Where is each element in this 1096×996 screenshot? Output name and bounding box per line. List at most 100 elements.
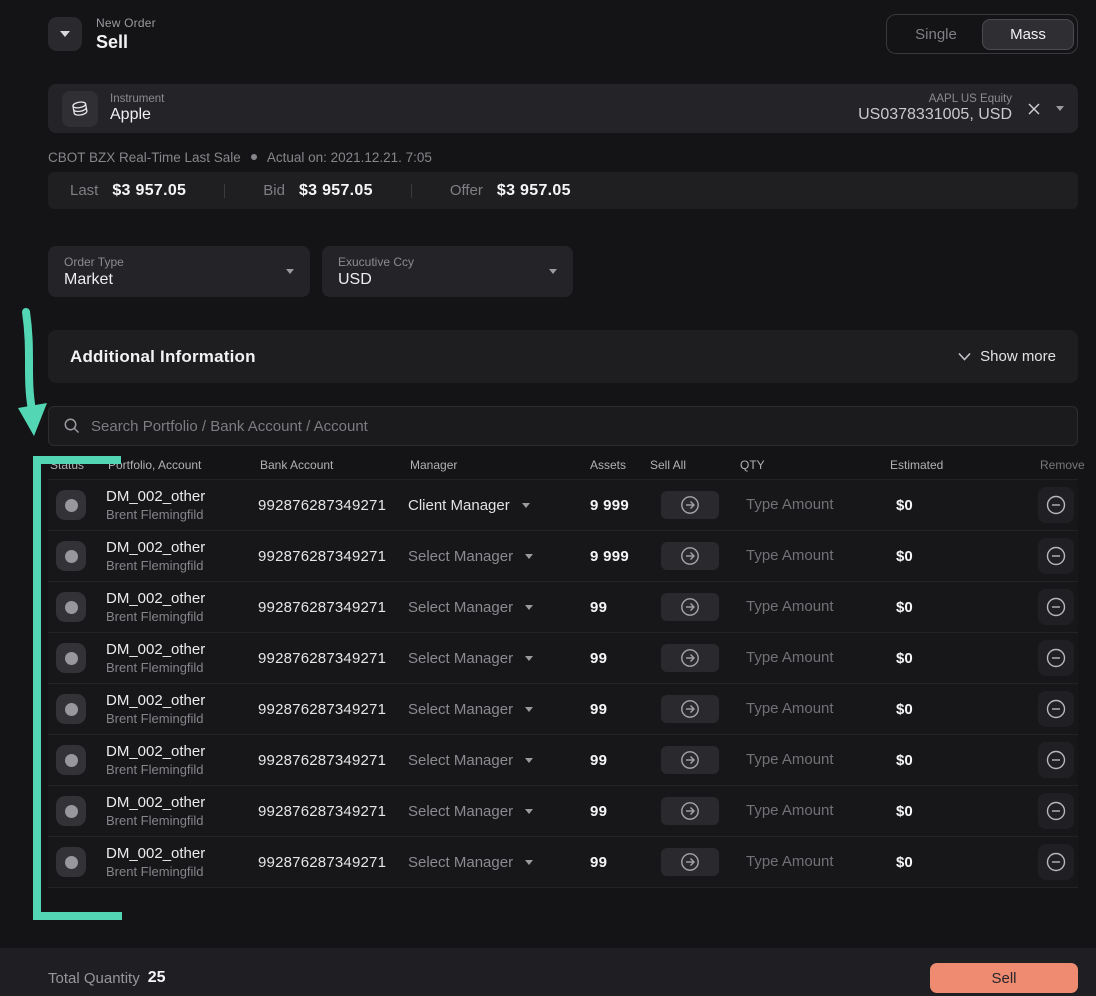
remove-icon — [1044, 493, 1068, 517]
order-type-caret-button[interactable] — [48, 17, 82, 51]
instrument-field[interactable]: Instrument Apple AAPL US Equity US037833… — [48, 84, 1078, 133]
sell-all-button[interactable] — [661, 746, 719, 774]
status-toggle[interactable] — [56, 643, 86, 673]
instrument-ticker: AAPL US Equity — [858, 93, 1012, 105]
qty-input[interactable] — [746, 649, 866, 666]
manager-value: Select Manager — [408, 599, 513, 616]
sell-all-button[interactable] — [661, 644, 719, 672]
status-toggle[interactable] — [56, 694, 86, 724]
sell-all-arrow-icon — [679, 545, 701, 567]
manager-select[interactable]: Select Manager — [408, 599, 588, 616]
assets-value: 9 999 — [588, 548, 648, 565]
bank-account-number: 992876287349271 — [258, 701, 408, 718]
status-toggle[interactable] — [56, 490, 86, 520]
assets-value: 99 — [588, 701, 648, 718]
remove-row-button[interactable] — [1038, 487, 1074, 523]
divider — [411, 184, 412, 198]
total-quantity-label: Total Quantity — [48, 970, 140, 987]
portfolio-name: DM_002_other — [106, 743, 258, 760]
toggle-single[interactable]: Single — [890, 20, 982, 49]
qty-input[interactable] — [746, 547, 866, 564]
manager-select[interactable]: Client Manager — [408, 497, 588, 514]
offer-value: $3 957.05 — [497, 182, 571, 200]
sell-all-arrow-icon — [679, 800, 701, 822]
manager-select[interactable]: Select Manager — [408, 854, 588, 871]
order-header: New Order Sell Single Mass — [48, 12, 1078, 56]
sell-all-button[interactable] — [661, 593, 719, 621]
remove-icon — [1044, 646, 1068, 670]
column-header-status: Status — [48, 458, 106, 472]
status-icon — [65, 499, 78, 512]
sell-button[interactable]: Sell — [930, 963, 1078, 993]
search-icon — [63, 417, 81, 435]
total-quantity-value: 25 — [148, 969, 166, 987]
portfolio-owner: Brent Flemingfild — [106, 507, 258, 522]
qty-input[interactable] — [746, 496, 866, 513]
caret-down-icon — [286, 269, 294, 274]
manager-value: Select Manager — [408, 854, 513, 871]
caret-down-icon — [525, 656, 533, 661]
remove-icon — [1044, 799, 1068, 823]
portfolio-owner: Brent Flemingfild — [106, 711, 258, 726]
manager-select[interactable]: Select Manager — [408, 650, 588, 667]
status-toggle[interactable] — [56, 541, 86, 571]
order-type-dropdown[interactable]: Order Type Market — [48, 246, 310, 297]
remove-row-button[interactable] — [1038, 589, 1074, 625]
caret-down-icon — [549, 269, 557, 274]
manager-value: Select Manager — [408, 803, 513, 820]
sell-all-button[interactable] — [661, 695, 719, 723]
qty-input[interactable] — [746, 598, 866, 615]
sell-all-button[interactable] — [661, 797, 719, 825]
caret-down-icon — [60, 31, 70, 37]
manager-select[interactable]: Select Manager — [408, 752, 588, 769]
coins-icon — [62, 91, 98, 127]
last-value: $3 957.05 — [112, 182, 186, 200]
caret-down-icon — [1056, 106, 1064, 111]
manager-select[interactable]: Select Manager — [408, 803, 588, 820]
show-more-button[interactable]: Show more — [958, 348, 1056, 365]
status-toggle[interactable] — [56, 592, 86, 622]
column-header-portfolio-account: Portfolio, Account — [106, 458, 258, 472]
additional-information-title: Additional Information — [70, 347, 256, 367]
market-data-source: CBOT BZX Real-Time Last Sale — [48, 150, 241, 165]
estimated-value: $0 — [888, 803, 1038, 820]
manager-select[interactable]: Select Manager — [408, 548, 588, 565]
bid-label: Bid — [263, 182, 285, 199]
remove-row-button[interactable] — [1038, 844, 1074, 880]
executive-ccy-label: Exucutive Ccy — [338, 255, 414, 269]
sell-all-button[interactable] — [661, 491, 719, 519]
table-row: DM_002_other Brent Flemingfild 992876287… — [48, 837, 1078, 888]
qty-input[interactable] — [746, 751, 866, 768]
remove-icon — [1044, 595, 1068, 619]
additional-information-section: Additional Information Show more — [48, 330, 1078, 383]
bid-value: $3 957.05 — [299, 182, 373, 200]
sell-all-button[interactable] — [661, 542, 719, 570]
manager-value: Client Manager — [408, 497, 510, 514]
remove-row-button[interactable] — [1038, 793, 1074, 829]
status-toggle[interactable] — [56, 745, 86, 775]
estimated-value: $0 — [888, 701, 1038, 718]
manager-value: Select Manager — [408, 701, 513, 718]
remove-row-button[interactable] — [1038, 538, 1074, 574]
caret-down-icon — [522, 503, 530, 508]
qty-input[interactable] — [746, 853, 866, 870]
executive-ccy-value: USD — [338, 271, 414, 289]
status-toggle[interactable] — [56, 796, 86, 826]
toggle-mass[interactable]: Mass — [982, 19, 1074, 50]
estimated-value: $0 — [888, 854, 1038, 871]
remove-row-button[interactable] — [1038, 691, 1074, 727]
qty-input[interactable] — [746, 802, 866, 819]
clear-instrument-button[interactable] — [1026, 101, 1042, 117]
sell-all-button[interactable] — [661, 848, 719, 876]
qty-input[interactable] — [746, 700, 866, 717]
sell-all-arrow-icon — [679, 851, 701, 873]
manager-value: Select Manager — [408, 548, 513, 565]
remove-icon — [1044, 748, 1068, 772]
manager-select[interactable]: Select Manager — [408, 701, 588, 718]
remove-row-button[interactable] — [1038, 640, 1074, 676]
executive-ccy-dropdown[interactable]: Exucutive Ccy USD — [322, 246, 573, 297]
search-input[interactable] — [91, 418, 1063, 435]
status-toggle[interactable] — [56, 847, 86, 877]
instrument-dropdown-caret[interactable] — [1056, 106, 1064, 111]
remove-row-button[interactable] — [1038, 742, 1074, 778]
